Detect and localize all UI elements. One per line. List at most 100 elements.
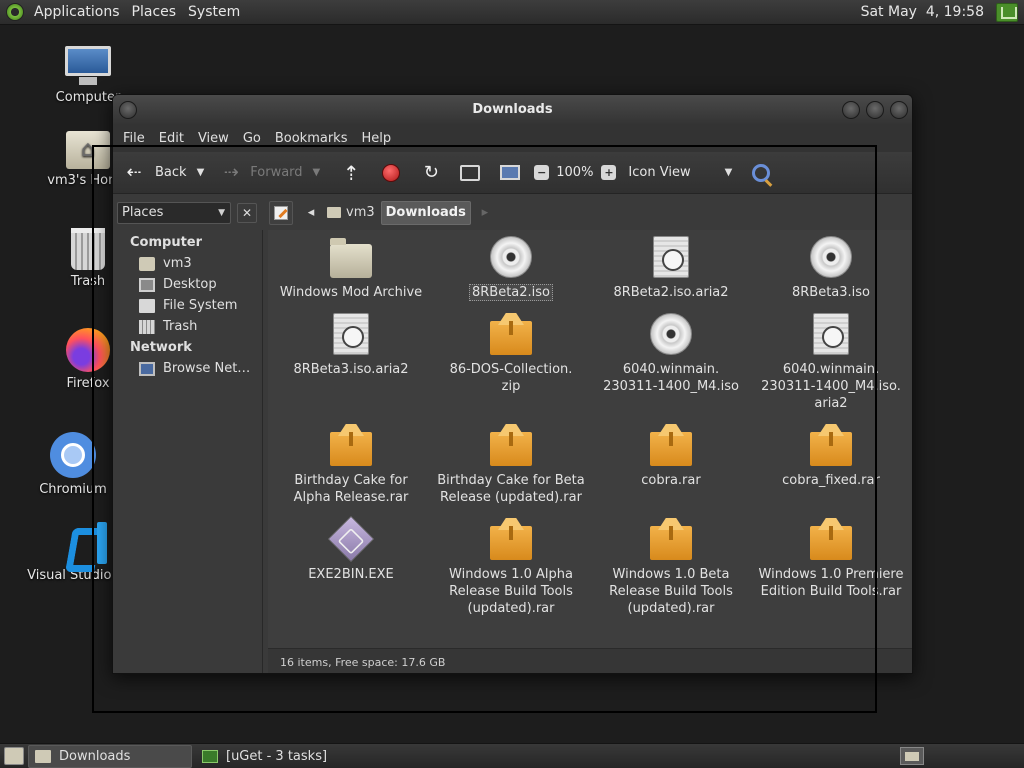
search-icon	[752, 163, 771, 182]
minimize-button[interactable]	[842, 101, 860, 119]
sidebar: Computer vm3 Desktop File System Trash N…	[113, 230, 263, 673]
computer-button[interactable]	[500, 152, 521, 193]
menu-view[interactable]: View	[191, 125, 236, 152]
menubar: File Edit View Go Bookmarks Help	[113, 125, 912, 152]
zoom-out-button[interactable]: −	[534, 152, 550, 193]
file-item[interactable]: 8RBeta3.iso	[756, 236, 906, 301]
close-sidebar-icon[interactable]: ✕	[237, 202, 257, 223]
trash-icon	[71, 228, 105, 270]
up-arrow-icon[interactable]: ⇡	[340, 161, 362, 185]
applications-menu[interactable]: Applications	[28, 0, 126, 25]
zoom-level: 100%	[556, 165, 594, 180]
system-menu[interactable]: System	[182, 0, 246, 25]
sidebar-type-select[interactable]: Places	[117, 201, 231, 224]
back-arrow-icon: ⇠	[126, 162, 142, 183]
path-bar: ◂ vm3 Downloads ▸	[263, 195, 912, 230]
file-manager-window: Downloads File Edit View Go Bookmarks He…	[112, 94, 913, 674]
window-menu-button[interactable]	[119, 101, 137, 119]
file-item[interactable]: Windows 1.0 Beta Release Build Tools (up…	[596, 518, 746, 617]
sidebar-item-desktop[interactable]: Desktop	[113, 274, 262, 295]
chevron-down-icon: ▼	[724, 167, 733, 178]
task-label: Downloads	[59, 748, 131, 764]
menu-file[interactable]: File	[116, 125, 152, 152]
sidebar-item-vm3[interactable]: vm3	[113, 253, 262, 274]
folder-icon	[35, 749, 51, 763]
menu-edit[interactable]: Edit	[152, 125, 191, 152]
file-item[interactable]: Birthday Cake for Beta Release (updated)…	[436, 424, 586, 506]
download-file-icon	[813, 313, 849, 355]
forward-history-dropdown[interactable]: ▼	[313, 167, 321, 178]
archive-icon	[490, 432, 532, 466]
file-item[interactable]: 8RBeta2.iso.aria2	[596, 236, 746, 301]
file-name: Windows 1.0 Premiere Edition Build Tools…	[758, 567, 904, 599]
sidebar-item-browse-network[interactable]: Browse Net…	[113, 358, 262, 379]
zoom-in-button[interactable]: +	[601, 152, 617, 193]
path-scroll-left[interactable]: ◂	[299, 201, 323, 225]
toolbar: ⇠ Back ▼ ⇢ Forward ▼ ⇡ ↻ − 100% + Icon V…	[113, 152, 912, 194]
workspace-switcher[interactable]	[900, 747, 924, 765]
show-desktop-icon[interactable]	[4, 747, 24, 765]
edit-icon	[274, 205, 288, 220]
task-downloads[interactable]: Downloads	[28, 744, 192, 768]
back-history-dropdown[interactable]: ▼	[197, 167, 205, 178]
menu-bookmarks[interactable]: Bookmarks	[268, 125, 355, 152]
reload-icon[interactable]: ↻	[420, 162, 442, 184]
file-item[interactable]: Birthday Cake for Alpha Release.rar	[276, 424, 426, 506]
forward-label: Forward	[250, 165, 303, 180]
toggle-location-entry-button[interactable]	[269, 200, 293, 225]
distro-logo-icon[interactable]	[6, 3, 24, 21]
file-name: Windows Mod Archive	[279, 285, 423, 300]
file-item[interactable]: cobra.rar	[596, 424, 746, 489]
file-item[interactable]: Windows Mod Archive	[276, 236, 426, 301]
file-item[interactable]: 86-DOS-Collection. zip	[436, 313, 586, 395]
trash-icon	[139, 319, 155, 334]
zoom-out-icon: −	[534, 165, 550, 180]
file-name: Windows 1.0 Beta Release Build Tools (up…	[609, 567, 733, 616]
file-item[interactable]: 8RBeta3.iso.aria2	[276, 313, 426, 378]
uget-icon	[202, 749, 218, 763]
file-item[interactable]: cobra_fixed.rar	[756, 424, 906, 489]
breadcrumb-vm3[interactable]: vm3	[323, 201, 379, 225]
sidebar-item-trash[interactable]: Trash	[113, 316, 262, 337]
sidebar-item-file-system[interactable]: File System	[113, 295, 262, 316]
file-name: 86-DOS-Collection. zip	[449, 362, 573, 394]
menu-go[interactable]: Go	[236, 125, 268, 152]
sidebar-item-label: File System	[163, 298, 238, 313]
file-item[interactable]: EXE2BIN.EXE	[276, 515, 426, 583]
file-icon-view[interactable]: Windows Mod Archive 8RBeta2.iso 8RBeta2.is…	[268, 230, 912, 648]
file-item[interactable]: 6040.winmain. 230311-1400_M4.iso	[596, 313, 746, 395]
file-item[interactable]: Windows 1.0 Alpha Release Build Tools (u…	[436, 518, 586, 617]
file-item[interactable]: 6040.winmain. 230311-1400_M4.iso. aria2	[756, 313, 906, 412]
stop-button[interactable]	[382, 152, 401, 193]
view-mode-select[interactable]: Icon View ▼	[628, 152, 736, 193]
maximize-button[interactable]	[866, 101, 884, 119]
file-name: 8RBeta3.iso	[791, 285, 871, 300]
breadcrumb-downloads[interactable]: Downloads	[380, 200, 471, 225]
forward-button[interactable]: ⇢ Forward	[220, 152, 303, 193]
file-name: 6040.winmain. 230311-1400_M4.iso	[603, 362, 739, 394]
sidebar-section-network: Network	[130, 340, 192, 355]
file-item[interactable]: Windows 1.0 Premiere Edition Build Tools…	[756, 518, 906, 600]
file-item[interactable]: 8RBeta2.iso	[436, 236, 586, 301]
firefox-icon	[66, 328, 110, 372]
search-button[interactable]	[752, 152, 771, 193]
window-title: Downloads	[472, 102, 553, 117]
menu-help[interactable]: Help	[354, 125, 398, 152]
back-label: Back	[155, 165, 187, 180]
places-menu[interactable]: Places	[126, 0, 183, 25]
chromium-icon	[50, 432, 96, 478]
path-scroll-right[interactable]: ▸	[473, 201, 497, 225]
clock[interactable]: Sat May 4, 19:58	[861, 0, 984, 25]
close-button[interactable]	[890, 101, 908, 119]
computer-icon	[500, 165, 521, 180]
task-uget[interactable]: [uGet - 3 tasks]	[196, 745, 360, 768]
file-name: cobra_fixed.rar	[782, 473, 880, 488]
sidebar-item-label: vm3	[163, 256, 192, 271]
back-button[interactable]: ⇠ Back	[113, 152, 187, 193]
window-titlebar[interactable]: Downloads	[113, 95, 912, 125]
file-name: cobra.rar	[641, 473, 701, 488]
home-button[interactable]	[460, 152, 481, 193]
tray-app-icon[interactable]	[996, 3, 1018, 22]
file-name: 6040.winmain. 230311-1400_M4.iso. aria2	[761, 362, 901, 411]
file-name: 8RBeta3.iso.aria2	[293, 362, 409, 377]
